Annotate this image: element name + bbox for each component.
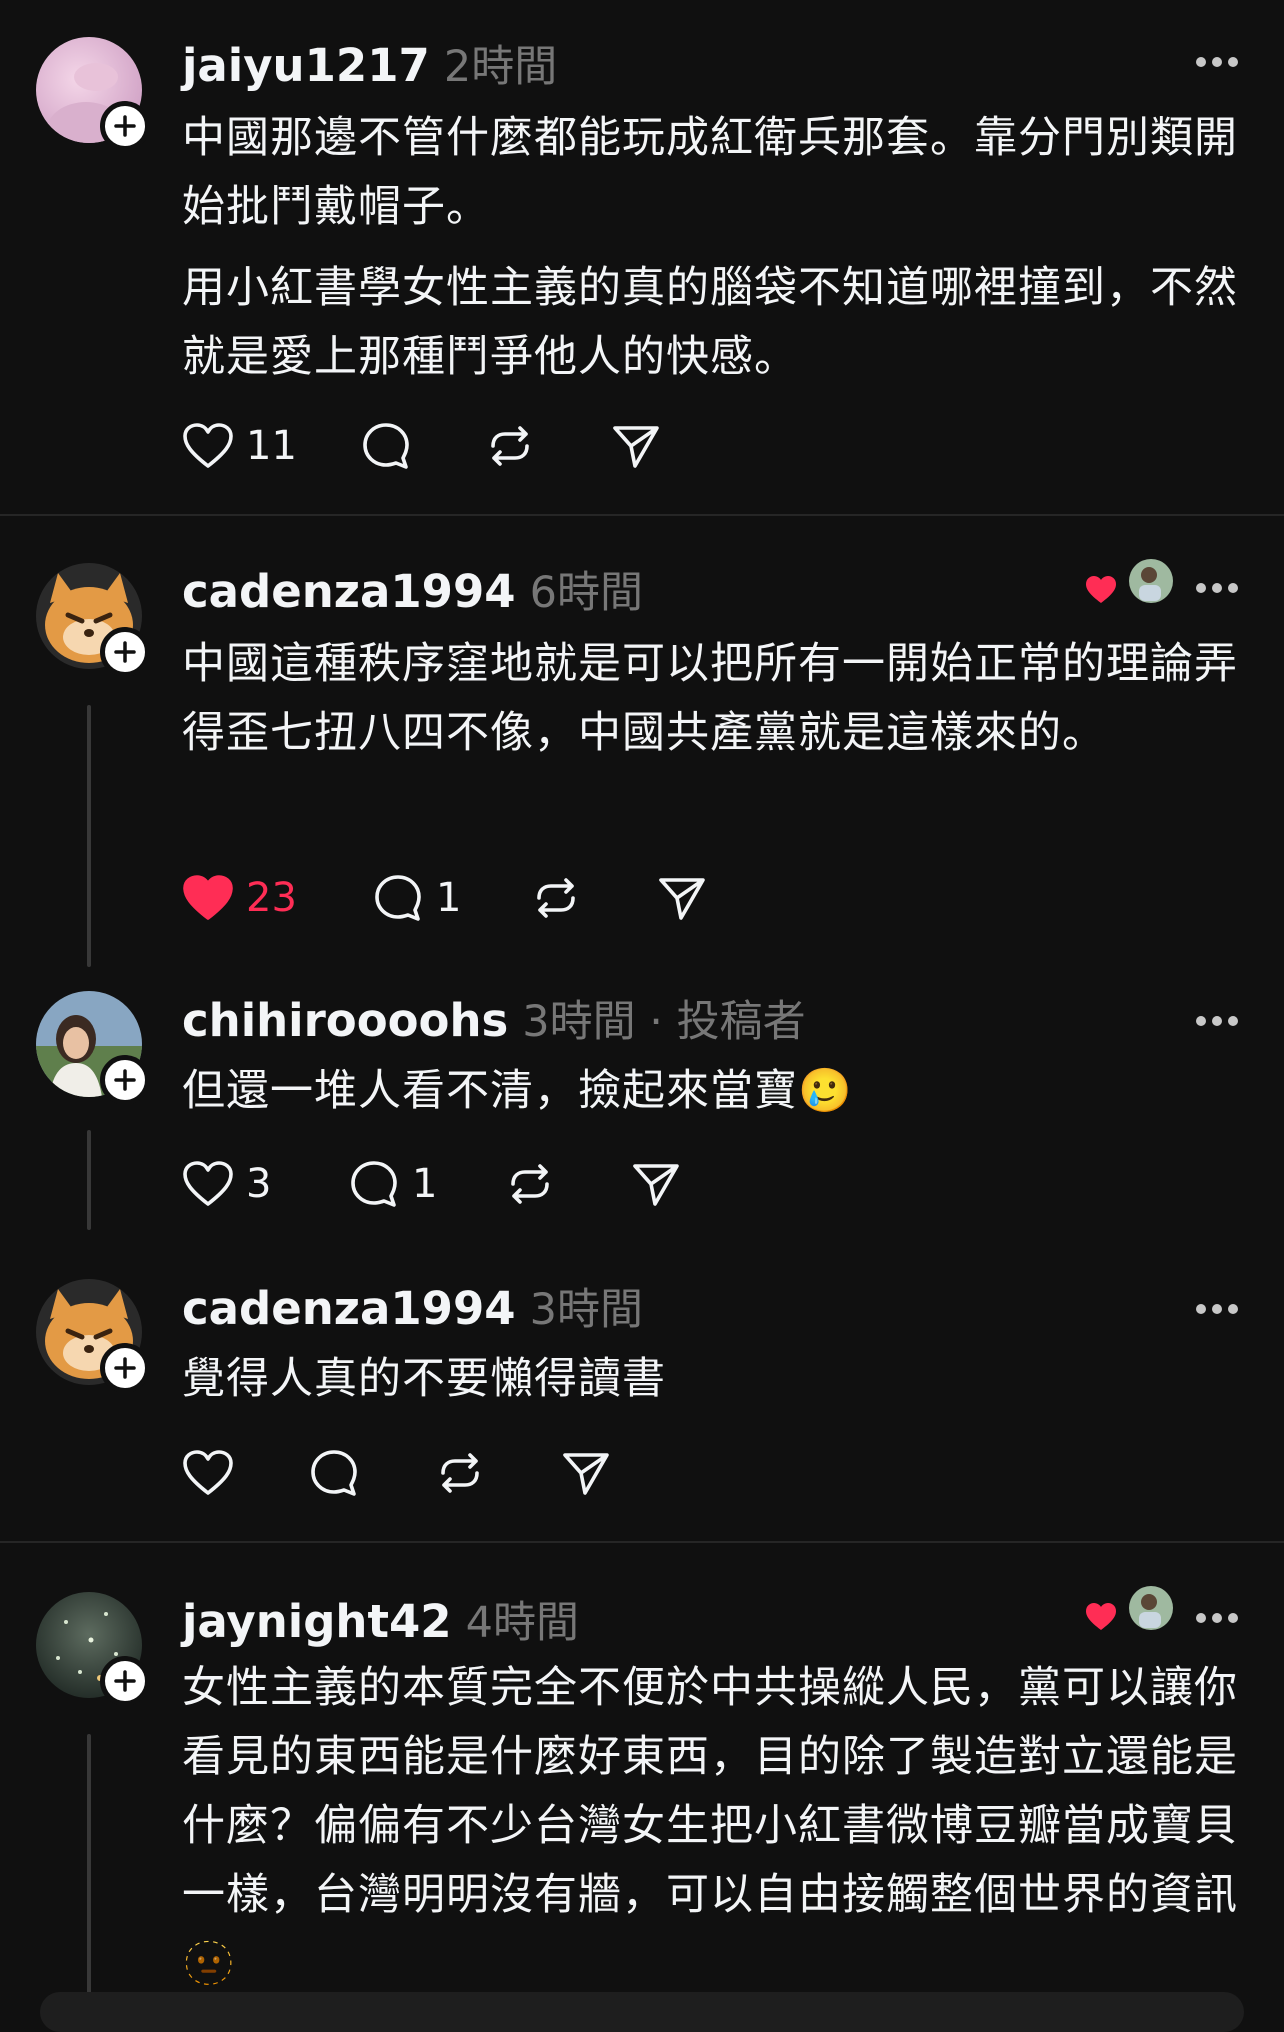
like-button[interactable]: 3 [182,1154,271,1214]
like-count: 11 [246,423,297,469]
more-icon[interactable] [1195,56,1239,68]
heart-icon [183,1161,233,1206]
post-header: jaiyu1217 2時間 [182,32,557,94]
share-icon [633,1164,679,1206]
like-count: 23 [246,875,297,921]
username[interactable]: jaiyu1217 [182,39,430,92]
post-jaynight42: jaynight42 4時間 女性主義的本質完全不便於中共操縱人民，黨可以讓你看見… [0,1542,1284,2014]
repost-button[interactable] [504,1154,556,1214]
paragraph: 中國那邊不管什麼都能玩成紅衛兵那套。靠分門別類開始批鬥戴帽子。 [182,113,1238,232]
share-button[interactable] [630,1154,682,1214]
timestamp: 2時間 [443,42,558,92]
repost-icon [491,426,529,466]
post-chihiroooohs: chihiroooohs 3時間 · 投稿者 但還一堆人看不清，撿起來當寶🥲 3 … [0,975,1284,1265]
thread-line [87,1130,91,1230]
like-button[interactable] [182,1443,246,1503]
paragraph: 覺得人真的不要懶得讀書 [182,1354,666,1404]
heart-icon [183,1450,233,1495]
paragraph: 女性主義的本質完全不便於中共操縱人民，黨可以讓你看見的東西能是什麼好東西，目的除… [182,1663,1238,1989]
post-header: jaynight42 4時間 [182,1588,579,1650]
paragraph: 用小紅書學女性主義的真的腦袋不知道哪裡撞到，不然就是愛上那種鬥爭他人的快感。 [182,263,1238,382]
more-icon[interactable] [1195,1303,1239,1315]
follow-plus-icon[interactable] [100,1343,150,1393]
more-icon[interactable] [1195,582,1239,594]
post-header: cadenza1994 3時間 [182,1275,643,1337]
post-text: 但還一堆人看不清，撿起來當寶🥲 [182,1057,1242,1126]
reply-button[interactable] [360,416,412,476]
comment-icon [311,1450,357,1496]
username[interactable]: cadenza1994 [182,1282,516,1335]
avatar[interactable] [36,1592,150,1706]
post-text: 中國那邊不管什麼都能玩成紅衛兵那套。靠分門別類開始批鬥戴帽子。 用小紅書學女性主… [182,104,1242,392]
share-button[interactable] [560,1443,612,1503]
username[interactable]: chihiroooohs [182,994,508,1047]
reply-count: 1 [436,875,462,921]
share-icon [613,426,659,468]
repost-button[interactable] [484,416,536,476]
reply-button[interactable]: 1 [372,868,461,928]
liked-by-author-icon [1086,559,1173,603]
thread-line [87,705,91,967]
share-icon [563,1453,609,1495]
repost-icon [511,1164,549,1204]
share-button[interactable] [610,416,662,476]
reply-count: 1 [412,1161,438,1207]
action-bar: 3 1 [182,1154,702,1214]
avatar[interactable] [36,991,150,1105]
compose-bar[interactable] [40,1992,1244,2032]
comment-icon [351,1161,397,1207]
action-bar [182,1443,642,1503]
timestamp: 3時間 · 投稿者 [522,997,806,1047]
post-header: chihiroooohs 3時間 · 投稿者 [182,987,806,1049]
repost-button[interactable] [530,868,582,928]
post-cadenza1994-reply: cadenza1994 3時間 覺得人真的不要懶得讀書 [0,1265,1284,1542]
like-button[interactable]: 11 [182,416,297,476]
reply-button[interactable]: 1 [348,1154,437,1214]
like-button[interactable]: 23 [182,868,297,928]
post-cadenza1994: cadenza1994 6時間 中國這種秩序窪地就是可以把所有一開始正常的理論弄得… [0,515,1284,975]
comment-icon [375,875,421,921]
follow-plus-icon[interactable] [100,1055,150,1105]
post-text: 女性主義的本質完全不便於中共操縱人民，黨可以讓你看見的東西能是什麼好東西，目的除… [182,1654,1242,1999]
share-button[interactable] [656,868,708,928]
more-icon[interactable] [1195,1612,1239,1624]
heart-icon [183,423,233,468]
avatar[interactable] [36,563,150,677]
follow-plus-icon[interactable] [100,101,150,151]
post-text: 中國這種秩序窪地就是可以把所有一開始正常的理論弄得歪七扭八四不像，中國共產黨就是… [182,630,1242,768]
repost-icon [537,878,575,918]
like-count: 3 [246,1161,272,1207]
paragraph: 中國這種秩序窪地就是可以把所有一開始正常的理論弄得歪七扭八四不像，中國共產黨就是… [182,639,1238,758]
timestamp: 3時間 [529,1285,643,1335]
repost-button[interactable] [434,1443,486,1503]
follow-plus-icon[interactable] [100,627,150,677]
timestamp: 6時間 [529,568,643,618]
share-icon [659,878,705,920]
post-text: 覺得人真的不要懶得讀書 [182,1345,1242,1414]
comment-icon [363,423,409,469]
paragraph: 但還一堆人看不清，撿起來當寶🥲 [182,1066,853,1116]
thread-line [87,1734,91,2014]
liked-by-author-icon [1086,1586,1173,1630]
follow-plus-icon[interactable] [100,1656,150,1706]
post-header: cadenza1994 6時間 [182,558,643,620]
action-bar: 11 [182,416,682,476]
repost-icon [441,1453,479,1493]
reply-button[interactable] [308,1443,360,1503]
heart-icon [183,875,233,920]
timestamp: 4時間 [465,1598,579,1648]
avatar[interactable] [36,37,150,151]
avatar[interactable] [36,1279,150,1393]
username[interactable]: cadenza1994 [182,565,516,618]
more-icon[interactable] [1195,1015,1239,1027]
post-jaiyu1217: jaiyu1217 2時間 中國那邊不管什麼都能玩成紅衛兵那套。靠分門別類開始批鬥… [0,0,1284,515]
action-bar: 23 1 [182,868,742,928]
username[interactable]: jaynight42 [182,1595,452,1648]
